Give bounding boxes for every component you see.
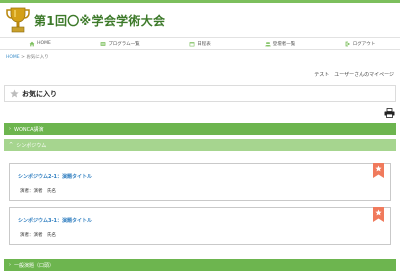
bookmark-star-icon[interactable]: [373, 163, 384, 178]
breadcrumb-current: お気に入り: [26, 55, 49, 60]
favorite-card: シンポジウム3-1：演題タイトル 演者：演者 氏名: [9, 207, 391, 245]
chevron-right-icon: ›: [9, 262, 11, 268]
card-title-link[interactable]: シンポジウム2-1：演題タイトル: [18, 173, 92, 180]
nav-home-label: HOME: [37, 41, 51, 46]
section-symposium[interactable]: ^ シンポジウム: [4, 139, 396, 151]
bookmark-star-icon[interactable]: [373, 207, 384, 222]
favorites-heading-box: お気に入り: [4, 85, 396, 102]
star-icon: [10, 89, 19, 98]
nav-speakers[interactable]: 登壇者一覧: [240, 38, 320, 49]
nav-logout[interactable]: ログアウト: [320, 38, 400, 49]
nav-schedule[interactable]: 日程表: [160, 38, 240, 49]
card-presenter: 演者：演者 氏名: [20, 233, 56, 238]
card-presenter: 演者：演者 氏名: [20, 189, 56, 194]
list-icon: [100, 41, 106, 46]
breadcrumb-separator: >: [21, 55, 25, 60]
nav-logout-label: ログアウト: [352, 41, 376, 47]
page-title: お気に入り: [22, 89, 57, 98]
favorite-card: シンポジウム2-1：演題タイトル 演者：演者 氏名: [9, 163, 391, 201]
section-general-oral[interactable]: › 一般演題（口頭）: [4, 259, 396, 271]
users-icon: [265, 41, 271, 46]
nav-program-list[interactable]: プログラム一覧: [80, 38, 160, 49]
section-general-oral-label: 一般演題（口頭）: [14, 262, 55, 269]
nav-home[interactable]: HOME: [0, 38, 80, 49]
chevron-up-icon: ^: [9, 142, 14, 148]
breadcrumb: HOME > お気に入り: [6, 54, 49, 60]
trophy-icon: [6, 7, 30, 33]
breadcrumb-home-link[interactable]: HOME: [6, 55, 20, 60]
nav-speakers-label: 登壇者一覧: [272, 41, 296, 47]
home-icon: [29, 41, 35, 46]
main-nav: HOME プログラム一覧 日程表 登壇者一覧 ログアウト: [0, 37, 400, 50]
nav-schedule-label: 日程表: [197, 41, 211, 47]
section-wonca-label: WONCA講演: [14, 126, 44, 133]
calendar-icon: [189, 41, 195, 46]
section-symposium-label: シンポジウム: [16, 142, 47, 149]
mypage-greeting: テスト ユーザーさんのマイページ: [314, 72, 394, 78]
print-icon[interactable]: [384, 108, 395, 118]
logout-icon: [345, 41, 350, 46]
chevron-right-icon: ›: [9, 126, 11, 132]
nav-program-list-label: プログラム一覧: [108, 41, 140, 47]
card-title-link[interactable]: シンポジウム3-1：演題タイトル: [18, 217, 92, 224]
section-wonca[interactable]: › WONCA講演: [4, 123, 396, 135]
site-header: 第1回〇※学会学術大会: [0, 3, 400, 37]
site-title: 第1回〇※学会学術大会: [34, 14, 166, 28]
